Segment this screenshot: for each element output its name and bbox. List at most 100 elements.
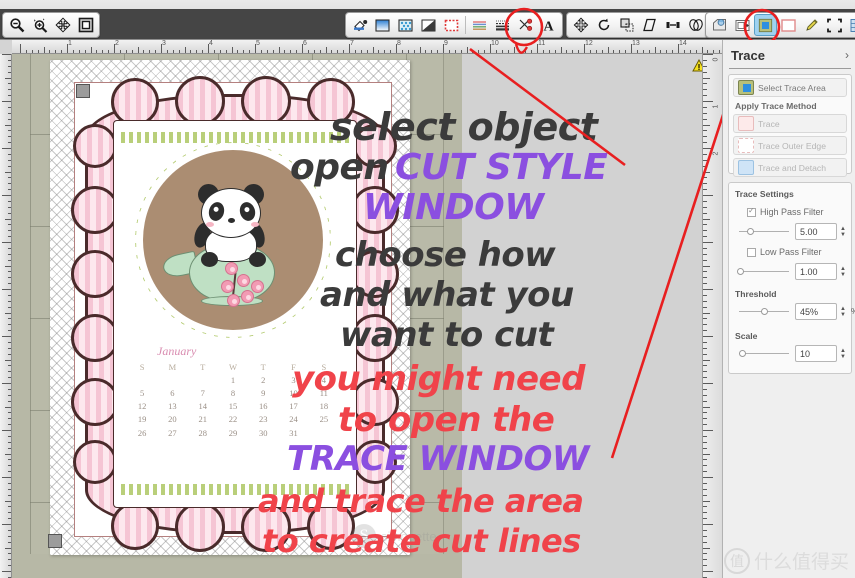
panel-collapse-button[interactable]: ›	[845, 48, 849, 62]
ruler-tick	[8, 400, 11, 402]
ruler-tick	[703, 553, 707, 555]
trace-method-trace[interactable]: Trace	[733, 114, 847, 133]
scale-icon[interactable]	[615, 14, 638, 36]
threshold-stepper[interactable]: ▲ ▼	[840, 306, 848, 318]
line-color-icon[interactable]	[440, 14, 463, 36]
horizontal-ruler[interactable]: 1 2 3 4 5 6 7 8 9 10 11 12 13 14	[12, 40, 722, 54]
blossom-icon	[227, 294, 240, 307]
ruler-label: 0	[712, 57, 720, 62]
threshold-value[interactable]: 45%	[795, 303, 837, 320]
ruler-tick	[701, 47, 703, 53]
align-icon[interactable]	[661, 14, 684, 36]
selection-handle-top-left[interactable]	[76, 84, 90, 98]
low-pass-stepper[interactable]: ▲ ▼	[840, 266, 848, 278]
ruler-tick	[8, 306, 11, 308]
ruler-tick	[437, 50, 439, 53]
scale-value[interactable]: 10	[795, 345, 837, 362]
calendar-day: 27	[168, 427, 177, 438]
high-pass-slider[interactable]	[739, 228, 789, 235]
ruler-tick	[703, 142, 707, 144]
high-pass-value[interactable]: 5.00	[795, 223, 837, 240]
fit-to-window-icon[interactable]	[74, 14, 97, 36]
low-pass-checkbox-box[interactable]	[747, 247, 756, 257]
selection-handle-bottom-left[interactable]	[48, 534, 62, 548]
zoom-out-icon[interactable]	[5, 14, 28, 36]
calendar-day: 18	[319, 401, 329, 412]
ruler-tick	[5, 406, 11, 408]
ruler-tick	[703, 212, 707, 214]
line-thickness-icon[interactable]	[491, 14, 514, 36]
trace-icon[interactable]	[754, 14, 777, 36]
svg-text:A: A	[543, 19, 554, 34]
select-trace-area-button[interactable]: Select Trace Area	[733, 78, 847, 97]
high-pass-filter-checkbox[interactable]: High Pass Filter	[747, 206, 824, 217]
calendar-design[interactable]: January S M T W T F S 1 2 3 4 5 6 7 8 9 10 11 12 13 1…	[71, 76, 399, 552]
shear-icon[interactable]	[638, 14, 661, 36]
cut-style-icon[interactable]	[514, 14, 537, 36]
pan-icon[interactable]	[51, 14, 74, 36]
ruler-tick	[5, 77, 11, 79]
high-pass-controls[interactable]: 5.00 ▲ ▼	[739, 223, 848, 240]
trace-method-detach[interactable]: Trace and Detach	[733, 158, 847, 177]
ruler-label: 1	[712, 104, 720, 109]
move-icon[interactable]	[569, 14, 592, 36]
calendar-day: 4	[321, 374, 326, 385]
canvas-empty-area[interactable]	[462, 54, 702, 578]
scale-slider[interactable]	[739, 350, 789, 357]
zoom-in-icon[interactable]	[28, 14, 51, 36]
silhouette-watermark-text: silhouette	[381, 528, 437, 544]
registration-marks-icon[interactable]	[823, 14, 846, 36]
sketch-pen-icon[interactable]	[800, 14, 823, 36]
page-setup-icon[interactable]	[777, 14, 800, 36]
threshold-controls[interactable]: 45% ▲▼ %	[739, 303, 855, 320]
high-pass-checkbox-box[interactable]	[747, 206, 756, 217]
ruler-tick	[137, 47, 139, 53]
rotate-icon[interactable]	[592, 14, 615, 36]
ruler-tick	[703, 388, 707, 390]
trace-method-outer-edge[interactable]: Trace Outer Edge	[733, 136, 847, 155]
ruler-tick	[703, 341, 707, 343]
ruler-label: 6	[303, 40, 307, 47]
ruler-tick	[703, 365, 707, 367]
fill-pattern-icon[interactable]	[394, 14, 417, 36]
toolbar-view-group	[2, 12, 100, 38]
warning-triangle-icon[interactable]	[692, 58, 702, 72]
trace-panel[interactable]: Trace › Select Trace Area Apply Trace Me…	[722, 40, 855, 578]
ruler-label: 5	[256, 40, 260, 47]
vertical-ruler-right[interactable]: 0 1 2	[702, 54, 722, 578]
scale-stepper[interactable]: ▲ ▼	[840, 348, 848, 360]
threshold-slider[interactable]	[739, 308, 789, 315]
offset-icon[interactable]	[731, 14, 754, 36]
low-pass-filter-checkbox[interactable]: Low Pass Filter	[747, 247, 822, 257]
ruler-tick	[703, 265, 710, 267]
design-canvas[interactable]: January S M T W T F S 1 2 3 4 5 6 7 8 9 10 11 12 13 1…	[12, 54, 702, 578]
ruler-tick	[703, 271, 707, 273]
low-pass-controls[interactable]: 1.00 ▲ ▼	[737, 263, 848, 280]
ruler-tick	[2, 524, 11, 525]
low-pass-slider[interactable]	[737, 268, 789, 275]
line-style-icon[interactable]	[468, 14, 491, 36]
ruler-tick	[703, 259, 707, 261]
fill-gradient-icon[interactable]	[371, 14, 394, 36]
cutting-mat-area[interactable]: January S M T W T F S 1 2 3 4 5 6 7 8 9 10 11 12 13 1…	[12, 54, 462, 578]
ruler-tick	[566, 50, 568, 53]
ruler-tick	[648, 50, 650, 53]
ruler-tick	[372, 47, 374, 53]
modify-icon[interactable]: M	[708, 14, 731, 36]
ruler-tick	[8, 441, 11, 443]
scale-controls[interactable]: 10 ▲ ▼	[739, 345, 848, 362]
high-pass-stepper[interactable]: ▲ ▼	[840, 226, 848, 238]
vertical-ruler-left[interactable]	[0, 54, 12, 578]
text-style-icon[interactable]: A	[537, 14, 560, 36]
ruler-tick	[2, 242, 11, 243]
trace-settings-box: Trace Settings High Pass Filter 5.00 ▲▼ …	[728, 182, 855, 374]
cutting-mat[interactable]: January S M T W T F S 1 2 3 4 5 6 7 8 9 10 11 12 13 1…	[30, 54, 444, 555]
ruler-tick	[703, 83, 707, 85]
ruler-tick	[5, 218, 11, 220]
replicate-icon[interactable]	[684, 14, 707, 36]
transparency-icon[interactable]	[417, 14, 440, 36]
low-pass-value[interactable]: 1.00	[795, 263, 837, 280]
ruler-label: 7	[350, 40, 354, 47]
fill-color-icon[interactable]	[348, 14, 371, 36]
library-icon[interactable]	[846, 14, 855, 36]
